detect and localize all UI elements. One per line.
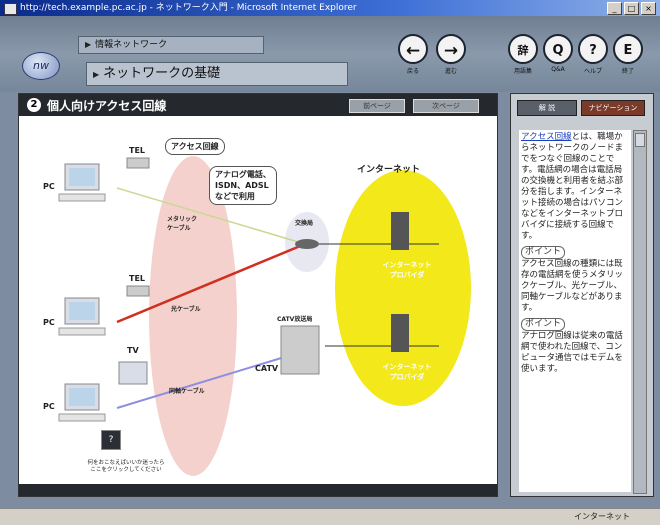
zone-status: インターネット (574, 512, 630, 521)
app-header: nw ▶ 情報ネットワーク ▶ ネットワークの基礎 ← 戻る → 進む 辞 用語集 … (0, 16, 660, 92)
section-header: 2 個人向けアクセス回線 前ページ 次ページ (19, 94, 497, 116)
guide-hint: 何をおこなえばいいか迷ったら ここをクリックしてください (87, 460, 165, 473)
window-title: http://tech.example.pc.ac.jp - ネットワーク入門 … (20, 3, 357, 13)
back-arrow-icon[interactable]: ← (398, 34, 428, 64)
exit-icon[interactable]: E (613, 34, 643, 64)
section-title: 個人向けアクセス回線 (47, 99, 167, 113)
tab-navigation[interactable]: ナビゲーション (581, 100, 645, 116)
pc-label: PC (43, 402, 55, 411)
guide-button[interactable]: ? (101, 430, 121, 450)
breadcrumb-course[interactable]: ▶ 情報ネットワーク (78, 36, 264, 54)
isp-label: インターネット プロバイダ (382, 363, 432, 381)
ie-icon (4, 3, 17, 15)
internet-label: インターネット (357, 165, 421, 175)
minimize-button[interactable]: _ (607, 2, 622, 15)
pc-label: PC (43, 318, 55, 327)
point-icon: ポイント (521, 246, 566, 259)
tv-icon (118, 361, 148, 385)
metallic-cable-label: メタリック ケーブル (167, 216, 198, 232)
access-line-bubble: アクセス回線 (165, 138, 225, 155)
tab-explanation[interactable]: 解 説 (517, 100, 577, 116)
window-titlebar: http://tech.example.pc.ac.jp - ネットワーク入門 … (0, 0, 660, 16)
glossary-link[interactable]: アクセス回線 (521, 132, 572, 142)
quiz-label: Q&A (551, 66, 565, 73)
optical-cable-label: 光ケーブル (171, 306, 201, 313)
catv-label: CATV (255, 364, 279, 373)
help-icon[interactable]: ? (578, 34, 608, 64)
tel-label: TEL (129, 274, 146, 283)
back-label: 戻る (406, 68, 419, 75)
section-number: 2 (27, 98, 41, 112)
vertical-scrollbar[interactable] (633, 130, 647, 494)
triangle-icon: ▶ (93, 70, 100, 79)
exit-label: 終了 (621, 68, 634, 75)
tv-label: TV (127, 346, 139, 355)
maximize-button[interactable]: □ (624, 2, 639, 15)
next-page-button[interactable]: 次ページ (413, 99, 479, 113)
tel-label: TEL (129, 146, 146, 155)
quiz-icon[interactable]: Q (543, 34, 573, 64)
forward-arrow-icon[interactable]: → (436, 34, 466, 64)
main-content-panel: 2 個人向けアクセス回線 前ページ 次ページ PC PC PC TEL TEL … (18, 93, 498, 497)
pc-icon (58, 297, 106, 336)
pc-icon (58, 163, 106, 202)
breadcrumb-page[interactable]: ▶ ネットワークの基礎 (86, 62, 348, 86)
prev-page-button[interactable]: 前ページ (349, 99, 405, 113)
analog-usage-bubble: アナログ電話、 ISDN、ADSL などで利用 (209, 166, 277, 205)
triangle-icon: ▶ (85, 40, 92, 49)
explanation-text: アクセス回線とは、職場からネットワークのノードまでをつなぐ回線のことです。電話網… (519, 130, 631, 492)
glossary-label: 用語集 (513, 68, 532, 75)
catv-station-label: CATV放送局 (277, 316, 313, 323)
explanation-panel: 解 説 ナビゲーション アクセス回線とは、職場からネットワークのノードまでをつな… (510, 93, 654, 497)
pc-icon (58, 383, 106, 422)
router-icon (295, 239, 319, 249)
isp-label: インターネット プロバイダ (382, 261, 432, 279)
coax-cable-label: 同軸ケーブル (169, 388, 205, 395)
phone-icon (126, 285, 150, 297)
forward-label: 進む (444, 68, 457, 75)
help-label: ヘルプ (583, 68, 602, 75)
isp-server-icon (391, 212, 409, 250)
exchange-label: 交換局 (295, 220, 314, 227)
pc-label: PC (43, 182, 55, 191)
glossary-icon[interactable]: 辞 (508, 34, 538, 64)
point-icon: ポイント (521, 318, 566, 331)
status-bar: インターネット (0, 508, 660, 525)
close-button[interactable]: × (641, 2, 656, 15)
scrollbar-thumb[interactable] (635, 133, 645, 147)
course-logo[interactable]: nw (22, 52, 60, 80)
phone-icon (126, 157, 150, 169)
isp-server-icon (391, 314, 409, 352)
catv-station-icon (280, 325, 320, 375)
section-footer (19, 484, 497, 496)
